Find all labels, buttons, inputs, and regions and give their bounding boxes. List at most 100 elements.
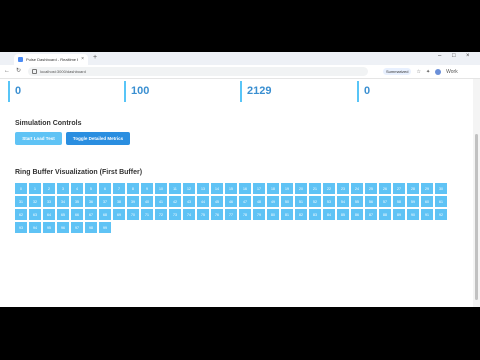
star-icon[interactable]: ☆ [416,69,420,75]
ring-buffer-cell: 27 [393,183,405,194]
ring-buffer-cell: 83 [309,209,321,220]
ring-buffer-cell: 76 [211,209,223,220]
new-tab-icon[interactable]: + [93,54,97,61]
scrollbar-thumb[interactable] [475,134,478,300]
ring-buffer-cell: 53 [323,196,335,207]
extensions-icon[interactable]: ✦ [426,69,430,75]
ring-buffer-cell: 80 [267,209,279,220]
stat-card: 0 [357,81,370,102]
url-text: localhost:3000/dashboard [40,69,86,74]
page-scrollbar[interactable] [473,79,480,307]
ring-buffer-cell: 24 [351,183,363,194]
ring-buffer-cell: 64 [43,209,55,220]
ring-buffer-cell: 34 [57,196,69,207]
ring-buffer-cell: 13 [197,183,209,194]
ring-buffer-cell: 48 [253,196,265,207]
ring-buffer-cell: 77 [225,209,237,220]
ring-buffer-cell: 26 [379,183,391,194]
address-bar[interactable]: localhost:3000/dashboard [28,67,368,76]
reload-icon[interactable]: ↻ [16,68,21,74]
ring-buffer-cell: 97 [71,222,83,233]
ring-buffer-cell: 8 [127,183,139,194]
ring-buffer-cell: 50 [281,196,293,207]
ring-buffer-cell: 67 [85,209,97,220]
ring-buffer-cell: 33 [43,196,55,207]
ring-buffer-cell: 55 [351,196,363,207]
ring-buffer-heading: Ring Buffer Visualization (First Buffer) [15,169,143,176]
stat-value: 100 [131,85,150,97]
ring-buffer-cell: 79 [253,209,265,220]
ring-buffer-cell: 6 [99,183,111,194]
ring-buffer-cell: 84 [323,209,335,220]
ring-buffer-cell: 49 [267,196,279,207]
ring-buffer-cell: 56 [365,196,377,207]
ring-buffer-cell: 62 [15,209,27,220]
stat-card: 0 [8,81,21,102]
ring-buffer-cell: 69 [113,209,125,220]
ring-buffer-cell: 22 [323,183,335,194]
avatar[interactable] [435,68,442,75]
back-icon[interactable]: ← [4,68,10,74]
ring-buffer-cell: 42 [169,196,181,207]
browser-tab[interactable]: Pulse Dashboard - Realtime Buffer Dem × [14,54,88,65]
simulation-controls-heading: Simulation Controls [15,120,82,127]
ring-buffer-cell: 2 [43,183,55,194]
ring-buffer-cell: 71 [141,209,153,220]
ring-buffer-cell: 20 [295,183,307,194]
ring-buffer-cell: 12 [183,183,195,194]
browser-window: Pulse Dashboard - Realtime Buffer Dem × … [0,52,480,307]
close-tab-icon[interactable]: × [81,57,84,62]
stat-card: 100 [124,81,149,102]
ring-buffer-cell: 7 [113,183,125,194]
ring-buffer-cell: 39 [127,196,139,207]
maximize-icon[interactable]: □ [452,53,456,59]
ring-buffer-cell: 58 [393,196,405,207]
ring-buffer-cell: 1 [29,183,41,194]
favicon-icon [18,57,23,62]
ring-buffer-cell: 36 [85,196,97,207]
ring-buffer-cell: 70 [127,209,139,220]
ring-buffer-cell: 14 [211,183,223,194]
ring-buffer-cell: 9 [141,183,153,194]
ring-buffer-cell: 87 [365,209,377,220]
toggle-detailed-metrics-button[interactable]: Toggle Detailed Metrics [66,132,130,145]
site-info-icon[interactable] [32,69,37,74]
ring-buffer-cell: 72 [155,209,167,220]
ring-buffer-cell: 93 [15,222,27,233]
close-window-icon[interactable]: × [466,53,470,59]
ring-buffer-cell: 85 [337,209,349,220]
stat-card: 2129 [240,81,271,102]
ring-buffer-cell: 59 [407,196,419,207]
ring-buffer-cell: 43 [183,196,195,207]
ring-buffer-cell: 88 [379,209,391,220]
ring-buffer-cell: 99 [99,222,111,233]
ring-buffer-cell: 92 [435,209,447,220]
ring-buffer-cell: 11 [169,183,181,194]
ring-buffer-cell: 91 [421,209,433,220]
ring-buffer-cell: 18 [267,183,279,194]
start-load-test-button[interactable]: Start Load Test [15,132,62,145]
ring-buffer-cell: 0 [15,183,27,194]
ring-buffer-cell: 41 [155,196,167,207]
ring-buffer-cell: 40 [141,196,153,207]
ring-buffer-cell: 95 [43,222,55,233]
ring-buffer-cell: 51 [295,196,307,207]
ring-buffer-cell: 81 [281,209,293,220]
ring-buffer-cell: 28 [407,183,419,194]
ring-buffer-cell: 96 [57,222,69,233]
ring-buffer-cell: 98 [85,222,97,233]
profile-label[interactable]: Work [446,69,458,75]
ring-buffer-cell: 78 [239,209,251,220]
ring-buffer-cell: 15 [225,183,237,194]
ring-buffer-cell: 90 [407,209,419,220]
ring-buffer-cell: 47 [239,196,251,207]
ring-buffer-cell: 16 [239,183,251,194]
ring-buffer-cell: 32 [29,196,41,207]
ring-buffer-cell: 54 [337,196,349,207]
summarized-button[interactable]: Summarized [383,68,412,75]
ring-buffer-cell: 21 [309,183,321,194]
ring-buffer-cell: 38 [113,196,125,207]
ring-buffer-cell: 74 [183,209,195,220]
ring-buffer-cell: 5 [85,183,97,194]
minimize-icon[interactable]: – [438,53,441,59]
